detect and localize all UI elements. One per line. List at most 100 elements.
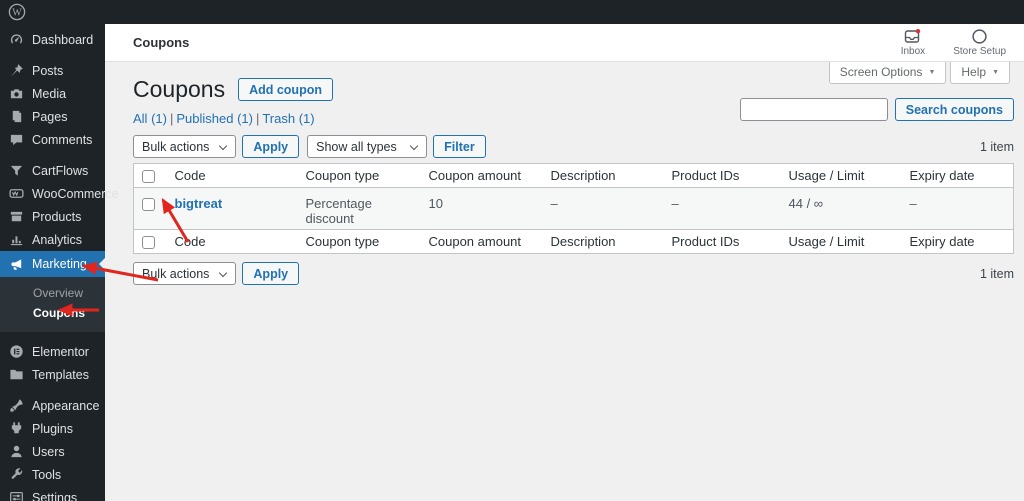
cell-code: bigtreat: [167, 188, 298, 230]
tablenav-bottom: Bulk actions Apply 1 item: [133, 262, 1014, 285]
sidebar-item-tools[interactable]: Tools: [0, 463, 105, 486]
cell-coupon-type: Percentage discount: [298, 188, 421, 230]
sidebar-item-label: Plugins: [32, 422, 73, 436]
svg-text:W: W: [12, 8, 22, 19]
search-coupons-button[interactable]: Search coupons: [895, 98, 1014, 121]
filter-link-published[interactable]: Published (1): [176, 111, 253, 126]
sidebar-item-plugins[interactable]: Plugins: [0, 417, 105, 440]
box-icon: [9, 209, 24, 224]
main-area: Coupons Inbox Store Setup Screen O: [105, 24, 1024, 501]
wordpress-icon[interactable]: W: [8, 3, 26, 21]
inbox-label: Inbox: [901, 46, 925, 57]
help-label: Help: [961, 65, 986, 79]
menu-separator: [0, 386, 105, 394]
sidebar-item-comments[interactable]: Comments: [0, 128, 105, 151]
admin-sidebar: Dashboard Posts MediaPagesComments CartFlow…: [0, 0, 105, 501]
bulk-actions-value: Bulk actions: [142, 267, 209, 281]
sidebar-item-elementor[interactable]: Elementor: [0, 340, 105, 363]
chevron-down-icon: [219, 269, 227, 277]
select-all-cell: [134, 164, 167, 188]
filter-link-all[interactable]: All (1): [133, 111, 167, 126]
sidebar-item-cartflows[interactable]: CartFlows: [0, 159, 105, 182]
coupon-type-select[interactable]: Show all types: [307, 135, 427, 158]
sidebar-item-products[interactable]: Products: [0, 205, 105, 228]
sidebar-item-label: Dashboard: [32, 33, 93, 47]
sidebar-item-woocommerce[interactable]: WooCommerce: [0, 182, 105, 205]
sidebar-item-posts[interactable]: Posts: [0, 59, 105, 82]
search-input[interactable]: [740, 98, 888, 121]
pin-icon: [9, 63, 24, 78]
page-title: Coupons: [133, 76, 225, 103]
row-select-cell: [134, 188, 167, 230]
sidebar-menu: Dashboard Posts MediaPagesComments CartFlow…: [0, 28, 105, 501]
column-header-coupon-type: Coupon type: [298, 230, 421, 254]
filter-count: (1): [237, 111, 253, 126]
chevron-down-icon: ▼: [992, 69, 999, 76]
help-tab[interactable]: Help ▼: [950, 62, 1010, 84]
select-checkbox[interactable]: [142, 170, 155, 183]
cell-usage-limit: 44 / ∞: [781, 188, 902, 230]
column-header-expiry-date: Expiry date: [902, 230, 1014, 254]
sidebar-item-analytics[interactable]: Analytics: [0, 228, 105, 251]
sidebar-item-media[interactable]: Media: [0, 82, 105, 105]
sidebar-item-appearance[interactable]: Appearance: [0, 394, 105, 417]
select-checkbox[interactable]: [142, 198, 155, 211]
sidebar-item-label: WooCommerce: [32, 187, 119, 201]
bulk-actions-select-bottom[interactable]: Bulk actions: [133, 262, 236, 285]
wordpress-admin-screen: W Dashboard Posts MediaPagesComments CartFl…: [0, 0, 1024, 501]
filter-button[interactable]: Filter: [433, 135, 486, 158]
screen-options-tab[interactable]: Screen Options ▼: [829, 62, 947, 84]
sidebar-item-label: Templates: [32, 368, 89, 382]
sidebar-item-label: Posts: [32, 64, 63, 78]
coupons-table: CodeCoupon typeCoupon amountDescriptionP…: [133, 163, 1014, 254]
select-checkbox[interactable]: [142, 236, 155, 249]
select-all-cell: [134, 230, 167, 254]
column-header-product-ids: Product IDs: [664, 164, 781, 188]
column-header-coupon-type: Coupon type: [298, 164, 421, 188]
submenu-item-overview[interactable]: Overview: [0, 283, 105, 303]
column-header-code: Code: [167, 164, 298, 188]
apply-button[interactable]: Apply: [242, 135, 299, 158]
search-row: Search coupons: [740, 98, 1014, 121]
sidebar-item-marketing[interactable]: Marketing: [0, 251, 105, 277]
column-header-expiry-date: Expiry date: [902, 164, 1014, 188]
filter-separator: |: [253, 111, 262, 126]
screen-options-label: Screen Options: [840, 65, 923, 79]
filter-separator: |: [167, 111, 176, 126]
screen-meta-links: Screen Options ▼ Help ▼: [829, 62, 1010, 84]
menu-separator: [0, 151, 105, 159]
brush-icon: [9, 398, 24, 413]
funnel-icon: [9, 163, 24, 178]
sidebar-item-pages[interactable]: Pages: [0, 105, 105, 128]
circle-icon: [971, 28, 988, 45]
pages-icon: [9, 109, 24, 124]
cell-description: –: [543, 188, 664, 230]
bulk-actions-select[interactable]: Bulk actions: [133, 135, 236, 158]
sidebar-item-label: Appearance: [32, 399, 99, 413]
filter-link-trash[interactable]: Trash (1): [262, 111, 314, 126]
folder-icon: [9, 367, 24, 382]
filter-count: (1): [151, 111, 167, 126]
sidebar-item-settings[interactable]: Settings: [0, 486, 105, 501]
submenu-item-coupons[interactable]: Coupons: [0, 303, 105, 323]
cell-product-ids: –: [664, 188, 781, 230]
apply-button-bottom[interactable]: Apply: [242, 262, 299, 285]
chevron-down-icon: [410, 142, 418, 150]
inbox-button[interactable]: Inbox: [901, 28, 925, 57]
chevron-down-icon: [219, 142, 227, 150]
content-area: Search coupons Coupons Add coupon All (1…: [105, 62, 1024, 501]
column-header-coupon-amount: Coupon amount: [421, 230, 543, 254]
sidebar-item-templates[interactable]: Templates: [0, 363, 105, 386]
dashboard-icon: [9, 32, 24, 47]
store-setup-button[interactable]: Store Setup: [953, 28, 1006, 57]
column-header-description: Description: [543, 230, 664, 254]
coupon-code-link[interactable]: bigtreat: [175, 196, 223, 211]
inbox-icon: [904, 28, 921, 45]
header-actions: Inbox Store Setup: [901, 28, 1006, 57]
column-header-usage-limit: Usage / Limit: [781, 164, 902, 188]
sidebar-item-dashboard[interactable]: Dashboard: [0, 28, 105, 51]
sidebar-item-label: Settings: [32, 491, 77, 501]
bulk-actions-value: Bulk actions: [142, 140, 209, 154]
sidebar-item-users[interactable]: Users: [0, 440, 105, 463]
add-coupon-button[interactable]: Add coupon: [238, 78, 333, 101]
